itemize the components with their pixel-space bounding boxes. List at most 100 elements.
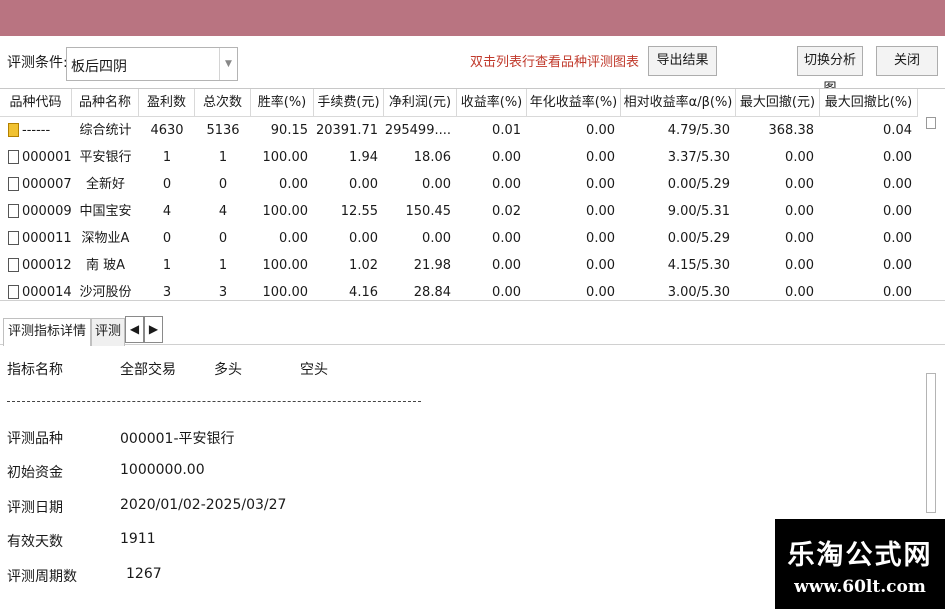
- cell-winrate: 100.00: [262, 285, 309, 300]
- column-header-wins[interactable]: 盈利数: [139, 89, 195, 117]
- cell-max-drawdown-ratio: 0.00: [883, 177, 912, 192]
- export-results-button[interactable]: 导出结果: [648, 46, 717, 76]
- detail-label: 评测日期: [7, 500, 63, 516]
- detail-scrollbar[interactable]: [926, 373, 936, 513]
- condition-select-value: 板后四阴: [71, 59, 127, 75]
- column-header-relative-return[interactable]: 相对收益率α/β(%): [621, 89, 736, 117]
- cell-profit: 0.00: [422, 231, 451, 246]
- hint-text: 双击列表行查看品种评测图表: [470, 55, 640, 70]
- cell-wins: 0: [162, 177, 172, 192]
- cell-name: 平安银行: [79, 150, 132, 165]
- cell-max-drawdown: 0.00: [785, 204, 814, 219]
- table-scrollbar[interactable]: [926, 117, 936, 129]
- cell-fee: 12.55: [340, 204, 378, 219]
- cell-code: 000007: [22, 177, 72, 192]
- tab-evaluation[interactable]: 评测: [91, 318, 125, 346]
- column-header-name[interactable]: 品种名称: [72, 89, 139, 117]
- cell-winrate: 0.00: [279, 177, 308, 192]
- cell-return: 0.00: [492, 285, 521, 300]
- cell-wins: 0: [162, 231, 172, 246]
- column-header-fee[interactable]: 手续费(元): [314, 89, 384, 117]
- cell-return: 0.00: [492, 258, 521, 273]
- cell-name: 深物业A: [81, 231, 130, 246]
- cell-total: 3: [218, 285, 228, 300]
- cell-code: 000012: [22, 258, 72, 273]
- divider: [7, 401, 421, 402]
- cell-relative-return: 0.00/5.29: [667, 177, 730, 192]
- cell-name: 中国宝安: [79, 204, 132, 219]
- cell-winrate: 100.00: [262, 150, 309, 165]
- table-row[interactable]: 000007 全新好 0 0 0.00 0.00 0.00 0.00 0.00 …: [0, 171, 918, 198]
- condition-select[interactable]: 板后四阴 ▼: [66, 47, 238, 81]
- column-header-winrate[interactable]: 胜率(%): [251, 89, 314, 117]
- detail-header-long: 多头: [214, 362, 242, 378]
- cell-max-drawdown: 368.38: [768, 123, 815, 138]
- cell-total: 4: [218, 204, 228, 219]
- cell-profit: 21.98: [413, 258, 451, 273]
- cell-annual-return: 0.00: [586, 231, 615, 246]
- chevron-down-icon[interactable]: ▼: [219, 48, 237, 80]
- switch-chart-button[interactable]: 切换分析图: [797, 46, 863, 96]
- cell-wins: 4630: [150, 123, 184, 138]
- cell-profit: 150.45: [405, 204, 452, 219]
- table-header: 品种代码 品种名称 盈利数 总次数 胜率(%) 手续费(元) 净利润(元) 收益…: [0, 89, 945, 117]
- cell-code: 000001: [22, 150, 72, 165]
- close-button[interactable]: 关闭: [876, 46, 938, 76]
- cell-annual-return: 0.00: [586, 150, 615, 165]
- toolbar: 评测条件: 板后四阴 ▼ 双击列表行查看品种评测图表 导出结果 切换分析图 关闭: [0, 36, 945, 96]
- column-header-max-drawdown[interactable]: 最大回撤(元): [736, 89, 820, 117]
- cell-winrate: 90.15: [270, 123, 308, 138]
- cell-max-drawdown: 0.00: [785, 177, 814, 192]
- watermark-url: www.60lt.com: [794, 577, 926, 597]
- column-header-max-drawdown-ratio[interactable]: 最大回撤比(%): [820, 89, 918, 117]
- detail-value: 000001-平安银行: [120, 431, 235, 447]
- cell-annual-return: 0.00: [586, 177, 615, 192]
- tab-evaluation-details[interactable]: 评测指标详情: [3, 318, 91, 346]
- cell-return: 0.01: [492, 123, 521, 138]
- table-row[interactable]: 000001 平安银行 1 1 100.00 1.94 18.06 0.00 0…: [0, 144, 918, 171]
- cell-return: 0.02: [492, 204, 521, 219]
- cell-relative-return: 9.00/5.31: [667, 204, 730, 219]
- table-row[interactable]: 000009 中国宝安 4 4 100.00 12.55 150.45 0.02…: [0, 198, 918, 225]
- detail-value: 1267: [126, 566, 162, 582]
- cell-wins: 1: [162, 150, 172, 165]
- cell-profit: 295499....: [384, 123, 451, 138]
- cell-profit: 28.84: [413, 285, 451, 300]
- detail-value: 1000000.00: [120, 462, 205, 478]
- column-header-return[interactable]: 收益率(%): [457, 89, 527, 117]
- table-body: ------ 综合统计 4630 5136 90.15 20391.71 295…: [0, 117, 918, 300]
- cell-max-drawdown-ratio: 0.00: [883, 285, 912, 300]
- window-titlebar[interactable]: [0, 0, 945, 36]
- cell-name: 沙河股份: [79, 285, 132, 300]
- cell-name: 南 玻A: [85, 258, 126, 273]
- cell-fee: 0.00: [349, 231, 378, 246]
- table-row[interactable]: 000012 南 玻A 1 1 100.00 1.02 21.98 0.00 0…: [0, 252, 918, 279]
- watermark-title: 乐淘公式网: [787, 540, 933, 571]
- column-header-code[interactable]: 品种代码: [0, 89, 72, 117]
- cell-fee: 20391.71: [315, 123, 378, 138]
- cell-profit: 18.06: [413, 150, 451, 165]
- cell-fee: 0.00: [349, 177, 378, 192]
- detail-header-name: 指标名称: [7, 362, 63, 378]
- table-row[interactable]: ------ 综合统计 4630 5136 90.15 20391.71 295…: [0, 117, 918, 144]
- table-row[interactable]: 000014 沙河股份 3 3 100.00 4.16 28.84 0.00 0…: [0, 279, 918, 300]
- cell-annual-return: 0.00: [586, 204, 615, 219]
- cell-name: 全新好: [85, 177, 125, 192]
- tab-scroll-right-icon[interactable]: ▶: [144, 316, 163, 343]
- detail-header-short: 空头: [300, 362, 328, 378]
- cell-max-drawdown: 0.00: [785, 231, 814, 246]
- cell-max-drawdown: 0.00: [785, 285, 814, 300]
- tab-scroll-left-icon[interactable]: ◀: [125, 316, 144, 343]
- cell-relative-return: 3.00/5.30: [667, 285, 730, 300]
- column-header-profit[interactable]: 净利润(元): [384, 89, 457, 117]
- cell-return: 0.00: [492, 177, 521, 192]
- cell-max-drawdown-ratio: 0.00: [883, 150, 912, 165]
- column-header-annual-return[interactable]: 年化收益率(%): [527, 89, 621, 117]
- cell-fee: 1.02: [349, 258, 378, 273]
- cell-max-drawdown-ratio: 0.00: [883, 204, 912, 219]
- detail-label: 初始资金: [7, 465, 63, 481]
- cell-code: 000009: [22, 204, 72, 219]
- column-header-total[interactable]: 总次数: [195, 89, 251, 117]
- cell-fee: 4.16: [349, 285, 378, 300]
- table-row[interactable]: 000011 深物业A 0 0 0.00 0.00 0.00 0.00 0.00…: [0, 225, 918, 252]
